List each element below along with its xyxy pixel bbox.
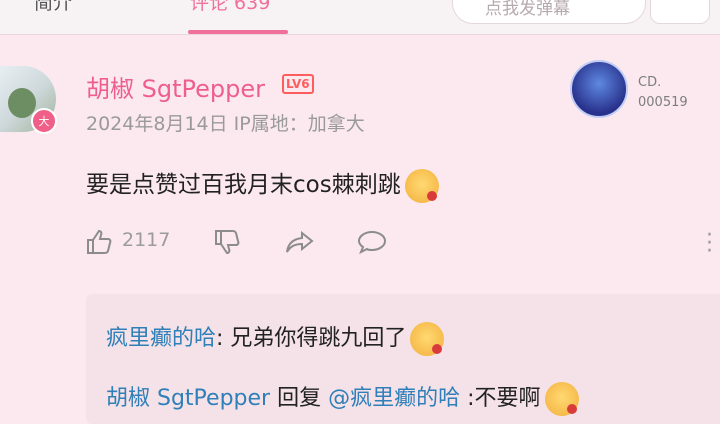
medal-label: CD. 000519	[638, 73, 688, 113]
top-tab-bar: 简介 评论 639 点我发弹幕	[0, 0, 720, 35]
medal-label-line1: CD.	[638, 75, 662, 90]
tab-intro[interactable]: 简介	[34, 0, 72, 15]
share-icon[interactable]	[284, 227, 316, 257]
reply-username[interactable]: 疯里癫的哈	[106, 326, 216, 351]
comment-username[interactable]: 胡椒 SgtPepper	[86, 69, 265, 104]
active-tab-indicator	[188, 30, 288, 34]
reply-verb: 回复	[270, 386, 329, 411]
laughing-emoji-icon	[544, 382, 579, 416]
doge-emoji-icon	[404, 168, 439, 203]
level-badge: LV6	[282, 74, 314, 94]
reply-mention[interactable]: @疯里癫的哈	[328, 386, 460, 411]
reply-item[interactable]: 疯里癫的哈: 兄弟你得跳九回了	[106, 320, 445, 356]
medal-icon[interactable]	[570, 60, 628, 118]
like-count: 2117	[122, 229, 171, 251]
reply-text: :不要啊	[460, 386, 541, 411]
doge-emoji-icon	[410, 322, 445, 356]
reply-item[interactable]: 胡椒 SgtPepper 回复 @疯里癫的哈 :不要啊	[106, 380, 579, 416]
vip-badge: 大	[31, 108, 57, 134]
reply-separator: :	[216, 326, 231, 351]
comment-text-block: 要是点赞过百我月末cos棘刺跳	[86, 165, 439, 203]
danmu-settings-button[interactable]	[650, 0, 710, 24]
danmu-input[interactable]: 点我发弹幕	[452, 0, 646, 24]
more-options-icon[interactable]: · · ·	[706, 225, 713, 263]
danmu-placeholder: 点我发弹幕	[485, 0, 570, 19]
comment-meta: 2024年8月14日 IP属地：加拿大	[86, 113, 365, 135]
medal-label-line2: 000519	[638, 95, 688, 110]
thumbs-down-icon[interactable]	[212, 227, 242, 257]
thumbs-up-icon[interactable]	[84, 227, 114, 257]
comment-bubble-icon[interactable]	[356, 227, 388, 257]
tab-comments[interactable]: 评论 639	[190, 0, 270, 15]
reply-username[interactable]: 胡椒 SgtPepper	[106, 386, 270, 411]
comment-text: 要是点赞过百我月末cos棘刺跳	[86, 172, 401, 198]
reply-text: 兄弟你得跳九回了	[230, 326, 407, 351]
